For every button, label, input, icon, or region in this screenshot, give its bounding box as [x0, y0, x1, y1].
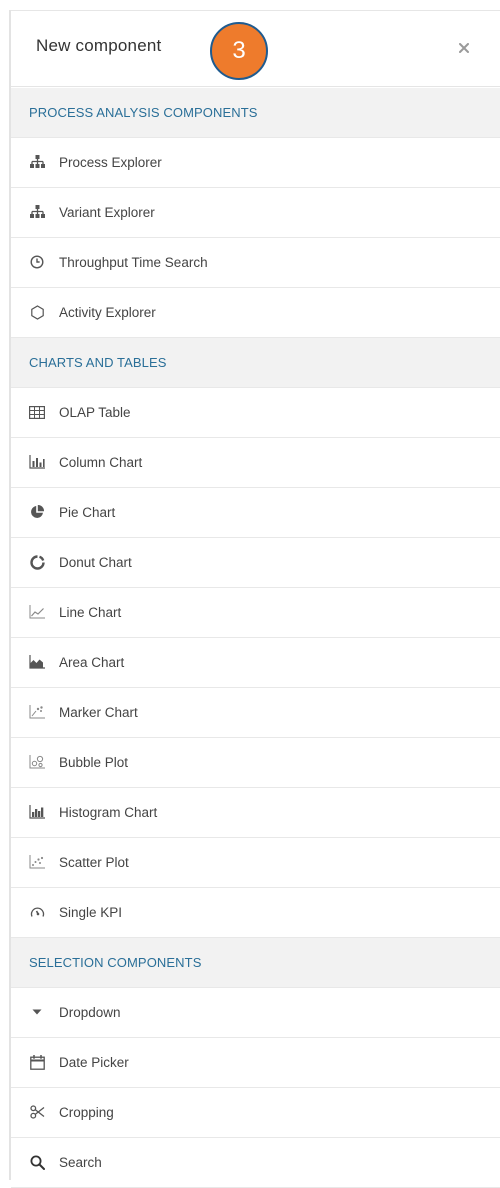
component-item-label: Single KPI [59, 905, 123, 920]
component-item-cropping[interactable]: Cropping [11, 1088, 500, 1138]
component-item-scatter-plot[interactable]: Scatter Plot [11, 838, 500, 888]
bubble-plot-icon [29, 754, 45, 770]
component-item-throughput-time-search[interactable]: Throughput Time Search [11, 238, 500, 288]
section-label: CHARTS AND TABLES [29, 355, 167, 370]
pie-chart-icon [29, 504, 45, 520]
hierarchy-icon [29, 154, 45, 170]
component-item-pie-chart[interactable]: Pie Chart [11, 488, 500, 538]
component-item-donut-chart[interactable]: Donut Chart [11, 538, 500, 588]
component-list: PROCESS ANALYSIS COMPONENTS Process Explo… [11, 88, 500, 1188]
calendar-icon [29, 1054, 45, 1070]
line-chart-icon [29, 604, 45, 620]
component-item-label: Scatter Plot [59, 855, 129, 870]
component-item-single-kpi[interactable]: Single KPI [11, 888, 500, 938]
scatter-plot-icon [29, 854, 45, 870]
gauge-icon [29, 904, 45, 920]
marker-chart-icon [29, 704, 45, 720]
component-item-olap-table[interactable]: OLAP Table [11, 388, 500, 438]
component-item-label: Line Chart [59, 605, 122, 620]
clock-icon [29, 254, 45, 270]
component-item-bubble-plot[interactable]: Bubble Plot [11, 738, 500, 788]
component-item-date-picker[interactable]: Date Picker [11, 1038, 500, 1088]
section-label: PROCESS ANALYSIS COMPONENTS [29, 105, 258, 120]
histogram-icon [29, 804, 45, 820]
panel-header: New component 3 [11, 11, 500, 87]
component-item-activity-explorer[interactable]: Activity Explorer [11, 288, 500, 338]
component-item-search[interactable]: Search [11, 1138, 500, 1188]
component-item-process-explorer[interactable]: Process Explorer [11, 138, 500, 188]
donut-chart-icon [29, 554, 45, 570]
component-item-label: Column Chart [59, 455, 143, 470]
component-item-label: Throughput Time Search [59, 255, 208, 270]
component-item-label: Bubble Plot [59, 755, 129, 770]
component-item-label: Variant Explorer [59, 205, 155, 220]
component-item-label: Cropping [59, 1105, 114, 1120]
panel-title: New component [36, 36, 162, 55]
component-item-label: Pie Chart [59, 505, 116, 520]
section-header-charts-and-tables: CHARTS AND TABLES [11, 338, 500, 388]
component-item-label: OLAP Table [59, 405, 131, 420]
component-item-line-chart[interactable]: Line Chart [11, 588, 500, 638]
section-header-process-analysis-components: PROCESS ANALYSIS COMPONENTS [11, 88, 500, 138]
new-component-panel: New component 3 PROCESS ANALYSIS COMPONE… [0, 0, 500, 1188]
area-chart-icon [29, 654, 45, 670]
component-item-label: Dropdown [59, 1005, 121, 1020]
search-icon [29, 1154, 45, 1170]
close-button[interactable] [454, 38, 474, 58]
section-header-selection-components: SELECTION COMPONENTS [11, 938, 500, 988]
component-item-label: Area Chart [59, 655, 125, 670]
column-chart-icon [29, 454, 45, 470]
component-item-dropdown[interactable]: Dropdown [11, 988, 500, 1038]
close-icon [459, 43, 469, 53]
component-item-column-chart[interactable]: Column Chart [11, 438, 500, 488]
component-item-area-chart[interactable]: Area Chart [11, 638, 500, 688]
component-item-label: Activity Explorer [59, 305, 156, 320]
component-item-label: Process Explorer [59, 155, 162, 170]
component-item-marker-chart[interactable]: Marker Chart [11, 688, 500, 738]
component-item-label: Date Picker [59, 1055, 129, 1070]
component-item-label: Donut Chart [59, 555, 132, 570]
component-item-label: Marker Chart [59, 705, 138, 720]
scissors-icon [29, 1104, 45, 1120]
component-item-label: Search [59, 1155, 102, 1170]
table-icon [29, 404, 45, 420]
hierarchy-icon [29, 204, 45, 220]
hexagon-icon [29, 304, 45, 320]
component-item-label: Histogram Chart [59, 805, 158, 820]
step-badge: 3 [210, 22, 268, 80]
component-item-histogram-chart[interactable]: Histogram Chart [11, 788, 500, 838]
caret-down-icon [29, 1004, 45, 1020]
section-label: SELECTION COMPONENTS [29, 955, 202, 970]
component-item-variant-explorer[interactable]: Variant Explorer [11, 188, 500, 238]
